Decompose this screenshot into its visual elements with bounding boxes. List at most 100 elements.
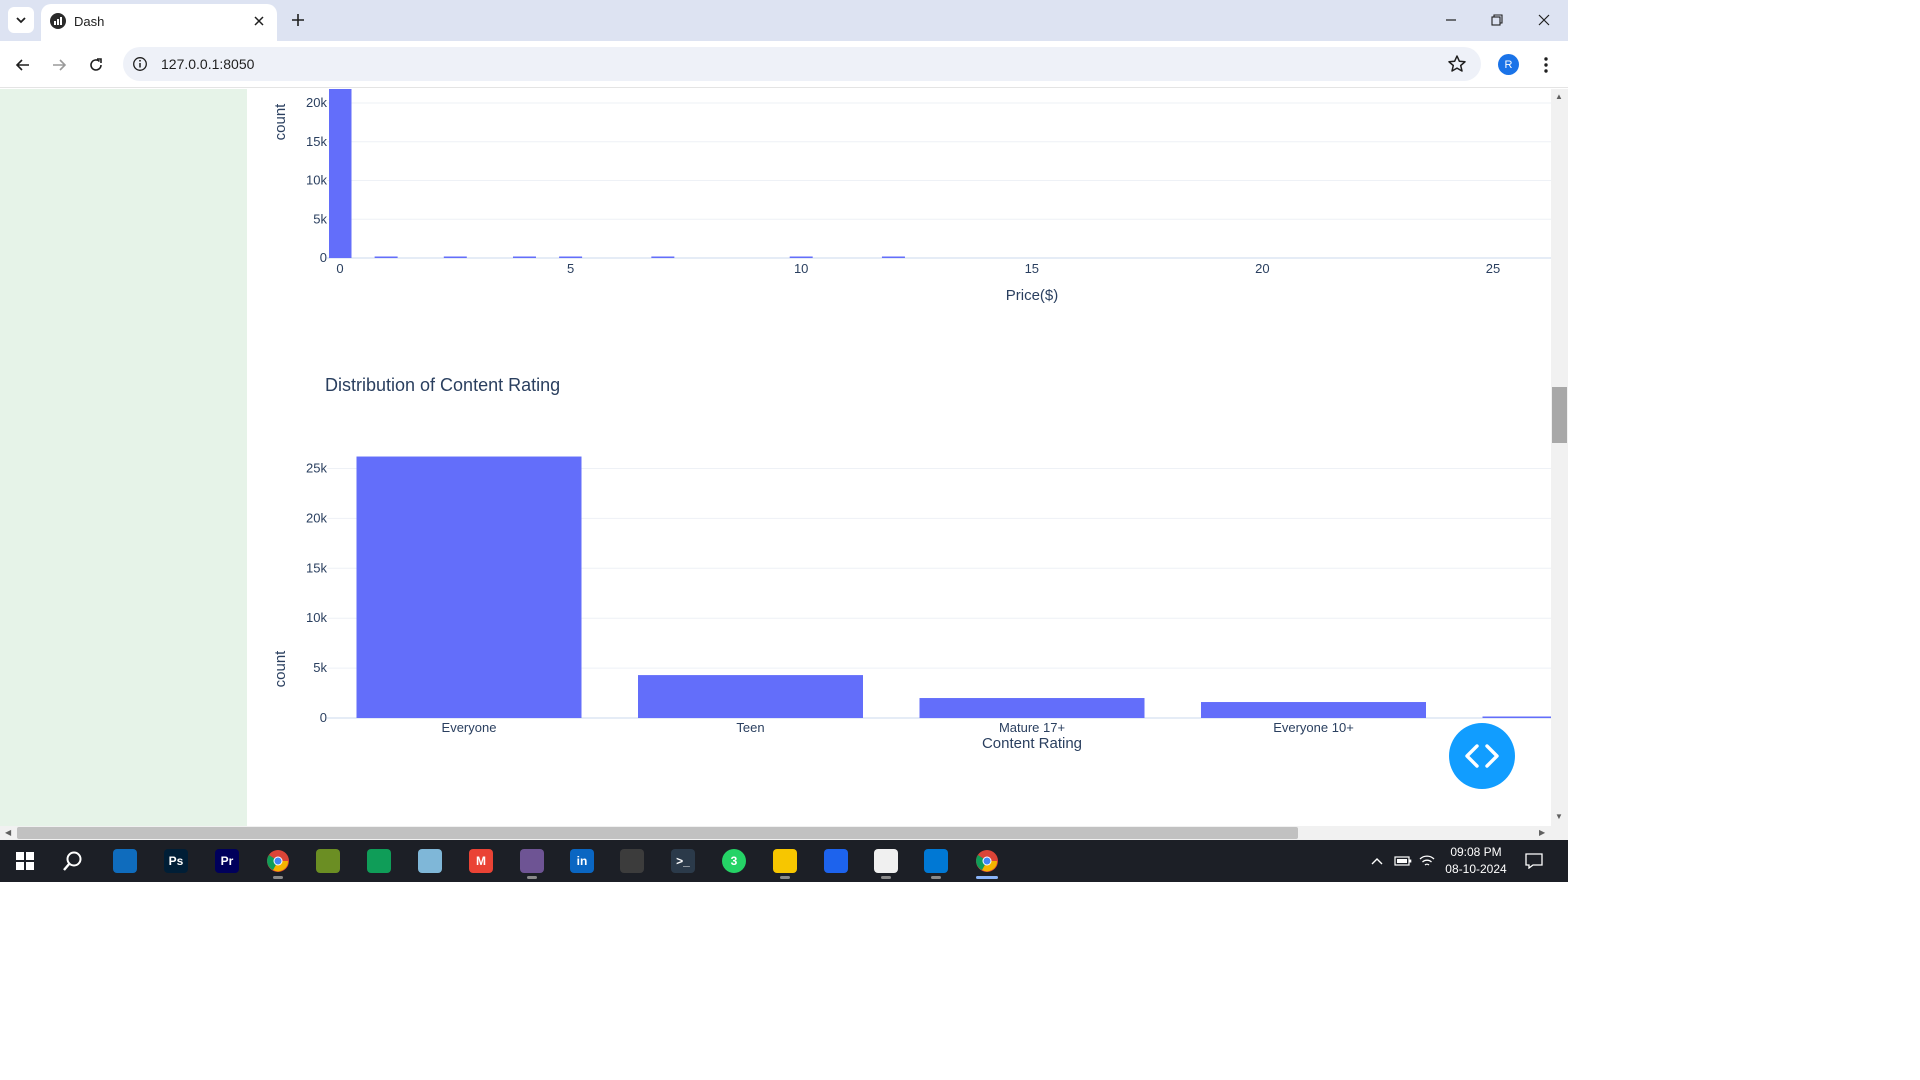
x-tick-label: 10: [794, 261, 808, 276]
scroll-left-icon[interactable]: ◀: [5, 828, 11, 837]
bar-a: [1482, 716, 1551, 718]
x-tick-label: 15: [1025, 261, 1039, 276]
taskbar-docker[interactable]: [814, 843, 858, 879]
taskbar-whatsapp[interactable]: 3: [712, 843, 756, 879]
restore-icon: [1491, 14, 1503, 26]
browser-menu-button[interactable]: [1536, 54, 1556, 76]
tab-strip: Dash: [0, 0, 1568, 41]
dash-debug-button[interactable]: [1449, 723, 1515, 789]
taskbar-google-drive[interactable]: [357, 843, 401, 879]
content-rating-chart: Distribution of Content Rating 0 5k 10k 15k…: [272, 375, 1551, 752]
taskbar-cocktail-app[interactable]: [306, 843, 350, 879]
taskbar-terminal-window[interactable]: [610, 843, 654, 879]
x-tick-label: Mature 17+: [999, 720, 1065, 735]
y-tick-label: 10k: [306, 610, 327, 625]
taskbar-vscode[interactable]: [914, 843, 958, 879]
y-tick-label: 15k: [306, 134, 327, 149]
taskbar-chrome[interactable]: [256, 843, 300, 879]
horizontal-scroll-thumb[interactable]: [17, 827, 1298, 839]
taskbar-premiere-pro[interactable]: Pr: [205, 843, 249, 879]
search-icon: [61, 849, 85, 873]
scroll-right-icon[interactable]: ▶: [1539, 828, 1545, 837]
minimize-icon: [1446, 19, 1456, 21]
taskbar-powershell[interactable]: >_: [661, 843, 705, 879]
premiere-pro-icon: Pr: [215, 849, 239, 873]
notifications-button[interactable]: [1524, 852, 1544, 870]
tab-search-button[interactable]: [8, 7, 34, 33]
reload-button[interactable]: [83, 52, 109, 78]
notification-icon: [1525, 853, 1543, 869]
url-text: 127.0.0.1:8050: [161, 56, 255, 72]
x-tick-label: 0: [336, 261, 343, 276]
taskbar-search[interactable]: [51, 843, 95, 879]
close-window-button[interactable]: [1530, 8, 1558, 32]
chatgpt-icon: [874, 849, 898, 873]
address-bar[interactable]: 127.0.0.1:8050: [123, 47, 1481, 81]
bar-teen: [638, 675, 863, 718]
y-axis-title: count: [272, 650, 289, 688]
vscode-icon: [924, 849, 948, 873]
taskbar-chrome-profile[interactable]: [965, 843, 1009, 879]
y-tick-label: 0: [320, 250, 327, 265]
x-tick-labels: 0 5 10 15 20 25: [336, 261, 1500, 276]
github-desktop-icon: [520, 849, 544, 873]
back-button[interactable]: [10, 52, 36, 78]
sidebar: [0, 89, 247, 826]
new-tab-button[interactable]: [287, 9, 309, 31]
terminal-window-icon: [620, 849, 644, 873]
x-tick-label: 25: [1486, 261, 1500, 276]
y-tick-label: 0: [320, 710, 327, 725]
minimize-button[interactable]: [1437, 8, 1465, 32]
histogram-bar: [512, 256, 536, 258]
scroll-up-icon[interactable]: ▲: [1555, 92, 1563, 101]
taskbar-linkedin[interactable]: in: [560, 843, 604, 879]
browser-tab[interactable]: Dash: [41, 4, 277, 41]
taskbar-chatgpt[interactable]: [864, 843, 908, 879]
taskbar-photoshop[interactable]: Ps: [154, 843, 198, 879]
chart-title: Distribution of Content Rating: [325, 375, 560, 395]
y-axis-title: count: [272, 103, 289, 141]
bars: [329, 89, 905, 258]
histogram-bar: [881, 256, 905, 258]
restore-button[interactable]: [1483, 8, 1511, 32]
horizontal-scrollbar[interactable]: ◀ ▶: [0, 826, 1568, 840]
linkedin-icon: in: [570, 849, 594, 873]
bar-everyone-10-: [1201, 702, 1426, 718]
battery-icon[interactable]: [1393, 852, 1413, 870]
y-tick-labels: 0 5k 10k 15k 20k: [306, 95, 327, 265]
chevron-down-icon: [16, 17, 26, 24]
vertical-scroll-thumb[interactable]: [1552, 387, 1567, 443]
clock-time: 09:08 PM: [1450, 845, 1502, 859]
file-explorer-icon: [773, 849, 797, 873]
vertical-scrollbar[interactable]: ▲ ▼: [1551, 89, 1568, 826]
wifi-icon[interactable]: [1418, 852, 1436, 870]
dash-favicon-icon: [50, 13, 66, 29]
taskbar-microsoft-store[interactable]: [103, 843, 147, 879]
more-vertical-icon: [1544, 57, 1548, 73]
dash-page: 0 5k 10k 15k 20k 0 5 10 15 20 25 count Price($) D…: [0, 89, 1551, 826]
show-hidden-icons-button[interactable]: [1368, 852, 1386, 870]
site-info-icon[interactable]: [132, 56, 148, 72]
plus-icon: [292, 14, 304, 26]
scroll-down-icon[interactable]: ▼: [1555, 812, 1563, 821]
taskbar-gmail[interactable]: M: [459, 843, 503, 879]
arrow-left-icon: [15, 59, 29, 71]
taskbar-notes-app[interactable]: [408, 843, 452, 879]
photoshop-icon: Ps: [164, 849, 188, 873]
taskbar-github-desktop[interactable]: [510, 843, 554, 879]
tab-close-button[interactable]: [249, 11, 269, 31]
forward-button[interactable]: [46, 52, 72, 78]
y-gridlines: [327, 102, 1551, 259]
taskbar-file-explorer[interactable]: [763, 843, 807, 879]
chevron-up-icon: [1371, 858, 1383, 865]
browser-toolbar: 127.0.0.1:8050 R: [0, 41, 1568, 88]
histogram-bar: [559, 256, 583, 258]
start-icon: [13, 849, 37, 873]
taskbar-start[interactable]: [3, 843, 47, 879]
y-tick-label: 5k: [313, 660, 327, 675]
profile-avatar[interactable]: R: [1498, 54, 1519, 75]
clock[interactable]: 09:08 PM 08-10-2024: [1436, 844, 1516, 878]
histogram-bar: [443, 256, 467, 258]
bookmark-star-icon[interactable]: [1447, 54, 1467, 74]
histogram-bar: [789, 256, 813, 258]
